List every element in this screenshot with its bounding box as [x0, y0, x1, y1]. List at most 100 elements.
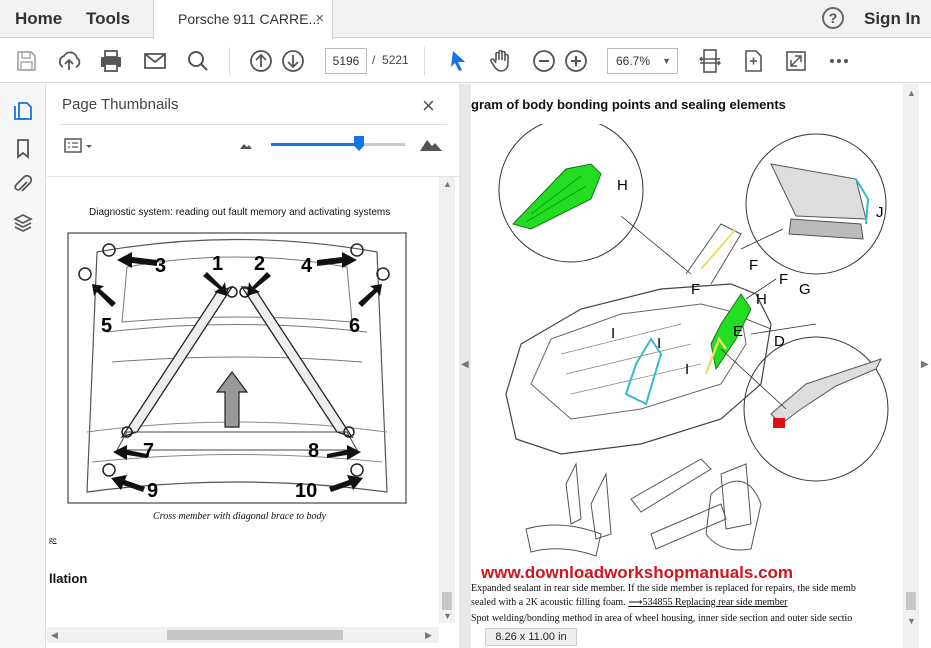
- callout-6: 6: [349, 315, 360, 337]
- more-icon[interactable]: [825, 47, 853, 75]
- thumbnail-horizontal-scrollbar[interactable]: ◀ ▶: [47, 627, 439, 643]
- toolbar-divider: [424, 47, 425, 75]
- print-icon[interactable]: [97, 47, 125, 75]
- thumbnail-caption: Cross member with diagonal brace to body: [153, 511, 326, 522]
- callout-h-mid: H: [756, 291, 767, 308]
- expand-right-pane-icon[interactable]: ▶: [921, 359, 929, 370]
- page-size-indicator: 8.26 x 11.00 in: [485, 628, 577, 646]
- zoom-out-icon[interactable]: [530, 47, 558, 75]
- scroll-down-arrow-icon[interactable]: ▼: [443, 611, 452, 621]
- search-icon[interactable]: [184, 47, 212, 75]
- document-viewer[interactable]: gram of body bonding points and sealing …: [471, 84, 931, 648]
- thumbnail-link-fragment: ge: [49, 535, 57, 544]
- callout-f-3: F: [691, 281, 700, 298]
- current-page-input[interactable]: 5196: [325, 48, 367, 74]
- callout-i-3: I: [685, 361, 689, 378]
- callout-5: 5: [101, 315, 112, 337]
- callout-g: G: [799, 281, 811, 298]
- doc-line-2: sealed with a 2K acoustic filling foam. …: [471, 597, 787, 608]
- callout-10: 10: [295, 480, 317, 502]
- callout-f-2: F: [779, 271, 788, 288]
- callout-1: 1: [212, 253, 223, 275]
- thumbnail-options-icon[interactable]: [63, 137, 95, 155]
- doc-line-1: Expanded sealant in rear side member. If…: [471, 583, 856, 594]
- thumbnail-list[interactable]: Diagnostic system: reading out fault mem…: [47, 176, 459, 648]
- callout-2: 2: [254, 253, 265, 275]
- navigation-rail: [0, 84, 46, 648]
- callout-9: 9: [147, 480, 158, 502]
- thumbnail-size-slider-thumb[interactable]: [354, 136, 364, 151]
- scroll-right-arrow-icon[interactable]: ▶: [425, 630, 432, 641]
- attachment-icon[interactable]: [12, 174, 34, 196]
- email-icon[interactable]: [141, 47, 169, 75]
- callout-4: 4: [301, 255, 313, 277]
- watermark-text: www.downloadworkshopmanuals.com: [481, 563, 794, 582]
- cross-member-diagram: 1 2 3 4 5 6 7 8 9 10: [67, 232, 407, 504]
- close-tab-icon[interactable]: ×: [315, 10, 324, 27]
- page-up-icon[interactable]: [247, 47, 275, 75]
- help-icon[interactable]: ?: [822, 7, 844, 29]
- callout-3: 3: [155, 255, 166, 277]
- save-icon[interactable]: [12, 47, 40, 75]
- thumbnail-vertical-scrollbar[interactable]: ▲ ▼: [439, 177, 455, 623]
- tools-tab[interactable]: Tools: [86, 9, 130, 29]
- collapse-panel-icon[interactable]: ◀: [461, 359, 469, 370]
- callout-f-1: F: [749, 257, 758, 274]
- scroll-left-arrow-icon[interactable]: ◀: [51, 630, 58, 641]
- upload-icon[interactable]: [55, 47, 83, 75]
- rotate-icon[interactable]: [739, 47, 767, 75]
- total-pages: 5221: [382, 53, 409, 67]
- page-thumbnails-icon[interactable]: [12, 100, 34, 122]
- scrollbar-thumb[interactable]: [442, 592, 452, 610]
- scroll-down-arrow-icon[interactable]: ▼: [907, 616, 916, 626]
- callout-7: 7: [143, 440, 154, 462]
- zoom-in-icon[interactable]: [562, 47, 590, 75]
- panel-splitter[interactable]: ◀: [459, 84, 471, 648]
- toolbar-divider: [229, 47, 230, 75]
- scroll-up-arrow-icon[interactable]: ▲: [443, 179, 452, 189]
- doc-line-3: Spot welding/bonding method in area of w…: [471, 613, 853, 624]
- callout-8: 8: [308, 440, 319, 462]
- hand-icon[interactable]: [487, 47, 515, 75]
- panel-divider: [59, 124, 447, 125]
- callout-d: D: [774, 333, 785, 350]
- callout-j: J: [876, 204, 884, 221]
- thumbnail-page-header: Diagnostic system: reading out fault mem…: [89, 207, 391, 218]
- document-vertical-scrollbar[interactable]: ▲ ▼: [903, 84, 919, 648]
- top-bar: Home Tools Porsche 911 CARRE... × ? Sign…: [0, 0, 931, 39]
- home-tab[interactable]: Home: [15, 9, 62, 29]
- small-thumbnail-icon[interactable]: [239, 140, 253, 150]
- zoom-select[interactable]: 66.7% ▼: [607, 48, 678, 74]
- callout-e: E: [733, 323, 743, 340]
- scrollbar-thumb[interactable]: [167, 630, 343, 640]
- scroll-up-arrow-icon[interactable]: ▲: [907, 88, 916, 98]
- bookmark-icon[interactable]: [12, 137, 34, 159]
- doc-line-2-text: sealed with a 2K acoustic filling foam.: [471, 597, 629, 608]
- page-heading: gram of body bonding points and sealing …: [471, 97, 786, 112]
- zoom-value: 66.7%: [616, 54, 651, 68]
- page-thumbnails-panel: Page Thumbnails × Diagnostic system: rea…: [47, 84, 459, 648]
- thumbnail-section-fragment: llation: [49, 571, 88, 586]
- chevron-down-icon: ▼: [662, 56, 671, 66]
- page-thumbnail[interactable]: Diagnostic system: reading out fault mem…: [47, 177, 439, 627]
- close-panel-icon[interactable]: ×: [422, 93, 435, 119]
- panel-title: Page Thumbnails: [62, 96, 179, 113]
- callout-h-top: H: [617, 177, 628, 194]
- document-page: gram of body bonding points and sealing …: [471, 84, 903, 648]
- document-tab[interactable]: Porsche 911 CARRE... ×: [153, 0, 333, 39]
- fit-page-icon[interactable]: [696, 47, 724, 75]
- layers-icon[interactable]: [12, 212, 34, 234]
- callout-i-2: I: [657, 335, 661, 352]
- main-toolbar: 5196 / 5221 66.7% ▼: [0, 39, 931, 83]
- page-count: / 5221: [372, 53, 409, 67]
- page-down-icon[interactable]: [279, 47, 307, 75]
- sign-in-button[interactable]: Sign In: [864, 9, 921, 29]
- replacing-side-member-link[interactable]: ⟶534855 Replacing rear side member: [628, 597, 787, 608]
- scrollbar-thumb[interactable]: [906, 592, 916, 610]
- body-bonding-diagram: H J F F F H G E D I I I: [498, 124, 889, 557]
- select-pointer-icon[interactable]: [445, 47, 473, 75]
- document-tab-title: Porsche 911 CARRE...: [178, 11, 321, 27]
- fullscreen-icon[interactable]: [782, 47, 810, 75]
- callout-i-1: I: [611, 325, 615, 342]
- large-thumbnail-icon[interactable]: [419, 136, 443, 152]
